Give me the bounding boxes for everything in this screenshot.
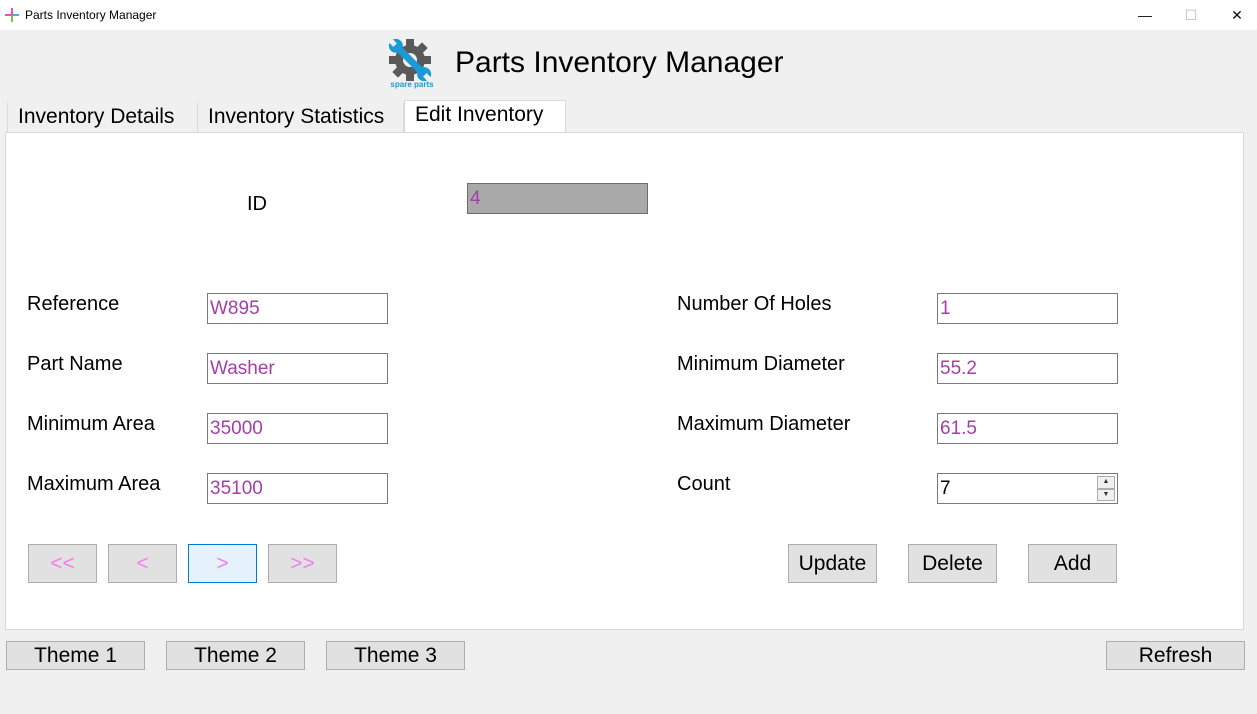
theme-1-button[interactable]: Theme 1: [6, 641, 145, 670]
logo-caption: spare parts: [390, 80, 434, 89]
spin-up-icon[interactable]: ▲: [1097, 476, 1115, 489]
previous-record-button[interactable]: <: [108, 544, 177, 583]
minimum-diameter-label: Minimum Diameter: [677, 353, 845, 375]
theme-2-button[interactable]: Theme 2: [166, 641, 305, 670]
id-field: 4: [467, 183, 648, 214]
count-value: 7: [940, 478, 951, 499]
next-record-button[interactable]: >: [188, 544, 257, 583]
maximum-diameter-input[interactable]: 61.5: [937, 413, 1118, 444]
maximize-icon: ☐: [1184, 6, 1198, 23]
maximum-area-label: Maximum Area: [27, 473, 161, 495]
refresh-button[interactable]: Refresh: [1106, 641, 1245, 670]
reference-label: Reference: [27, 293, 120, 315]
window-title: Parts Inventory Manager: [25, 8, 157, 22]
maximum-area-input[interactable]: 35100: [207, 473, 388, 504]
tab-inventory-statistics[interactable]: Inventory Statistics: [198, 103, 404, 133]
number-of-holes-label: Number Of Holes: [677, 293, 832, 315]
title-bar: Parts Inventory Manager — ☐ ✕: [0, 0, 1257, 30]
spin-down-icon[interactable]: ▼: [1097, 488, 1115, 501]
number-of-holes-input[interactable]: 1: [937, 293, 1118, 324]
part-name-label: Part Name: [27, 353, 123, 375]
update-button[interactable]: Update: [788, 544, 877, 583]
close-icon: ✕: [1231, 6, 1243, 23]
minimize-button[interactable]: —: [1122, 0, 1168, 30]
minimum-area-label: Minimum Area: [27, 413, 155, 435]
last-record-button[interactable]: >>: [268, 544, 337, 583]
minimize-icon: —: [1138, 7, 1152, 23]
count-stepper[interactable]: 7 ▲ ▼: [937, 473, 1118, 504]
reference-input[interactable]: W895: [207, 293, 388, 324]
maximum-diameter-label: Maximum Diameter: [677, 413, 851, 435]
minimum-diameter-input[interactable]: 55.2: [937, 353, 1118, 384]
maximize-button[interactable]: ☐: [1168, 0, 1214, 30]
page-title: Parts Inventory Manager: [455, 46, 784, 79]
minimum-area-input[interactable]: 35000: [207, 413, 388, 444]
close-button[interactable]: ✕: [1214, 0, 1257, 30]
tab-edit-inventory[interactable]: Edit Inventory: [404, 100, 566, 133]
add-button[interactable]: Add: [1028, 544, 1117, 583]
tab-inventory-details[interactable]: Inventory Details: [7, 103, 198, 133]
app-icon: [5, 8, 19, 22]
part-name-input[interactable]: Washer: [207, 353, 388, 384]
count-spinner: ▲ ▼: [1097, 476, 1115, 501]
count-label: Count: [677, 473, 731, 495]
id-label: ID: [247, 193, 267, 215]
delete-button[interactable]: Delete: [908, 544, 997, 583]
theme-3-button[interactable]: Theme 3: [326, 641, 465, 670]
first-record-button[interactable]: <<: [28, 544, 97, 583]
